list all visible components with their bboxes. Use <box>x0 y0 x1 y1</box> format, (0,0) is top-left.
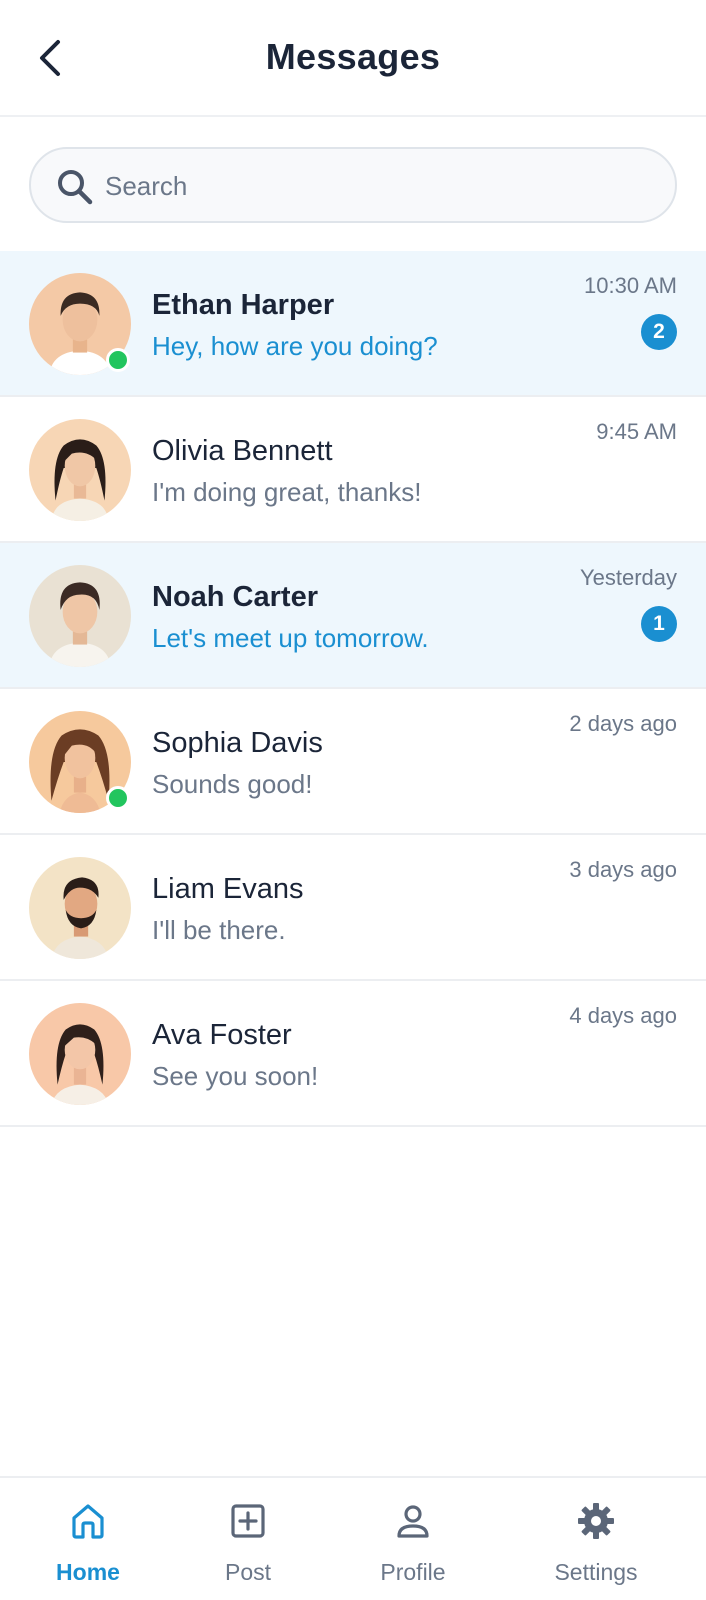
contact-name: Ethan Harper <box>152 289 335 321</box>
message-time: 4 days ago <box>569 1003 677 1028</box>
conversation-row[interactable]: Sophia Davis Sounds good! 2 days ago <box>0 689 706 835</box>
tab-settings[interactable]: Settings <box>508 1478 684 1600</box>
header: Messages <box>0 0 706 117</box>
tab-post[interactable]: Post <box>160 1478 336 1600</box>
unread-badge: 2 <box>641 314 677 350</box>
message-time: 2 days ago <box>569 711 677 736</box>
page-title: Messages <box>265 36 441 77</box>
online-indicator <box>106 786 130 810</box>
search-input[interactable] <box>105 163 645 209</box>
message-time: 9:45 AM <box>596 419 677 444</box>
message-preview: I'll be there. <box>152 915 286 945</box>
plus-square-icon <box>231 1504 265 1538</box>
message-preview: Hey, how are you doing? <box>152 331 438 361</box>
online-indicator <box>106 348 130 372</box>
tab-label: Profile <box>380 1559 446 1585</box>
message-time: 3 days ago <box>569 857 677 882</box>
tab-profile[interactable]: Profile <box>325 1478 501 1600</box>
conversation-row[interactable]: Liam Evans I'll be there. 3 days ago <box>0 835 706 981</box>
tab-label: Post <box>224 1559 272 1585</box>
message-time: 10:30 AM <box>584 273 677 298</box>
home-icon <box>72 1504 104 1539</box>
conversation-list: Ethan Harper Hey, how are you doing? 10:… <box>0 251 706 1127</box>
bottom-tab-bar: Home Post Profile Settings <box>0 1476 706 1600</box>
message-time: Yesterday <box>579 565 677 590</box>
gear-icon <box>578 1503 614 1539</box>
contact-name: Sophia Davis <box>152 727 323 759</box>
tab-label: Settings <box>554 1559 638 1585</box>
unread-badge: 1 <box>641 606 677 642</box>
message-preview: See you soon! <box>152 1061 319 1091</box>
avatar <box>29 1003 131 1105</box>
message-preview: I'm doing great, thanks! <box>152 477 422 507</box>
conversation-row[interactable]: Ava Foster See you soon! 4 days ago <box>0 981 706 1127</box>
contact-name: Olivia Bennett <box>152 435 333 467</box>
conversation-row[interactable]: Ethan Harper Hey, how are you doing? 10:… <box>0 251 706 397</box>
avatar <box>29 419 131 521</box>
search-bar[interactable] <box>29 147 677 223</box>
user-icon <box>397 1505 429 1538</box>
contact-name: Ava Foster <box>152 1019 292 1051</box>
message-preview: Let's meet up tomorrow. <box>152 623 429 653</box>
conversation-row[interactable]: Noah Carter Let's meet up tomorrow. Yest… <box>0 543 706 689</box>
tab-home[interactable]: Home <box>0 1478 176 1600</box>
message-preview: Sounds good! <box>152 769 313 799</box>
contact-name: Noah Carter <box>152 581 318 613</box>
conversation-row[interactable]: Olivia Bennett I'm doing great, thanks! … <box>0 397 706 543</box>
avatar <box>29 857 131 959</box>
tab-label: Home <box>56 1559 120 1585</box>
avatar <box>29 565 131 667</box>
search-icon <box>58 170 93 205</box>
contact-name: Liam Evans <box>152 873 304 905</box>
